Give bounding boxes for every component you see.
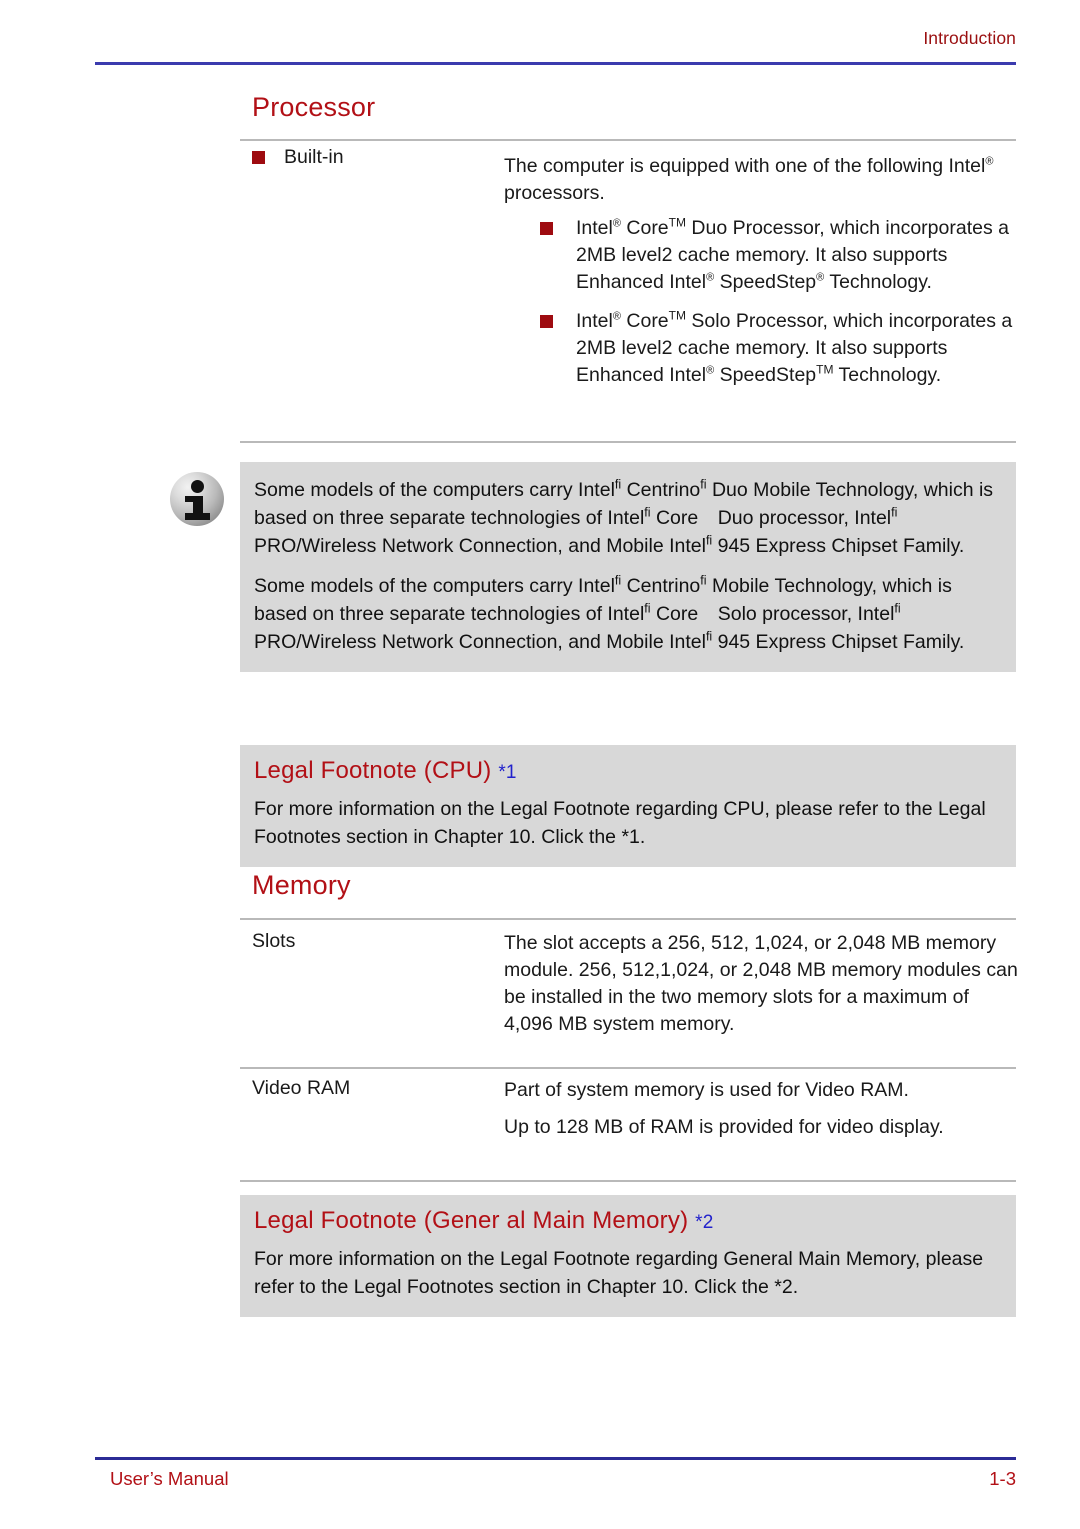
registered-mark-icon: fi: [894, 601, 901, 616]
legal-footnote-cpu-box: Legal Footnote (CPU) *1 For more informa…: [240, 745, 1016, 867]
table-rule-memory-top: [240, 918, 1016, 920]
document-page: Introduction Processor Built-in The comp…: [0, 0, 1080, 1529]
list-item: Intel® CoreTM Duo Processor, which incor…: [540, 215, 1020, 296]
registered-mark-icon: ®: [985, 155, 994, 168]
legal-footnote-memory-body: For more information on the Legal Footno…: [254, 1248, 984, 1298]
table-rule-top: [240, 139, 1016, 141]
page-header: Introduction: [0, 0, 1080, 72]
registered-mark-icon: fi: [891, 505, 898, 520]
spec-paragraph: The slot accepts a 256, 512, 1,024, or 2…: [504, 932, 1018, 1035]
legal-footnote-link-2[interactable]: *2: [695, 1212, 713, 1233]
legal-footnote-cpu-title: Legal Footnote (CPU) *1: [254, 757, 1002, 785]
info-icon-dot: [191, 480, 204, 493]
spec-body-slots: The slot accepts a 256, 512, 1,024, or 2…: [504, 930, 1019, 1038]
legal-title-text: Legal Footnote (Gener al Main Memory): [254, 1207, 689, 1234]
legal-footnote-memory-box: Legal Footnote (Gener al Main Memory) *2…: [240, 1195, 1016, 1317]
bullet-text-c: Technology.: [824, 271, 932, 293]
registered-mark-icon: ®: [706, 271, 715, 284]
spec-label-slots: Slots: [252, 930, 296, 952]
list-item: Intel® CoreTM Solo Processor, which inco…: [540, 308, 1020, 389]
processor-intro-line1: The computer is equipped with one of the: [504, 155, 862, 177]
note-box: Some models of the computers carry Intel…: [240, 462, 1016, 672]
spec-paragraph: Part of system memory is used for Video …: [504, 1079, 909, 1101]
trademark-mark-icon: TM: [816, 362, 834, 377]
note-text: Core Solo processor, Intel: [650, 603, 895, 625]
processor-intro-line2a: following Intel: [867, 155, 986, 177]
legal-footnote-memory-title: Legal Footnote (Gener al Main Memory) *2: [254, 1207, 1002, 1235]
footer-rule: [95, 1457, 1016, 1460]
header-rule: [95, 62, 1016, 65]
trademark-mark-icon: TM: [668, 308, 686, 323]
section-heading-memory: Memory: [252, 870, 351, 900]
bullet-core: Core: [620, 217, 669, 239]
table-rule-memory-bottom: [240, 1180, 1016, 1182]
note-text: Centrino: [621, 575, 701, 597]
registered-mark-icon: ®: [706, 364, 715, 377]
bullet-text-b: SpeedStep: [714, 271, 817, 293]
bullet-square-icon: [540, 315, 553, 328]
legal-footnote-cpu-body: For more information on the Legal Footno…: [254, 798, 986, 848]
footer-page-number: 1-3: [989, 1468, 1016, 1489]
table-rule-memory-mid: [240, 1067, 1016, 1069]
processor-intro-line2b: processors.: [504, 182, 605, 204]
note-text: PRO/Wireless Network Connection, and Mob…: [254, 631, 706, 653]
note-text: 945 Express Chipset Family.: [712, 631, 965, 653]
bullet-text-c: Technology.: [833, 364, 942, 386]
note-paragraph-2: Some models of the computers carry Intel…: [254, 572, 1002, 656]
spec-paragraph: Up to 128 MB of RAM is provided for vide…: [504, 1116, 944, 1138]
spec-body-video-ram: Part of system memory is used for Video …: [504, 1077, 1019, 1141]
bullet-square-icon: [540, 222, 553, 235]
spec-label-built-in: Built-in: [284, 146, 344, 168]
processor-sub-bullet-list: Intel® CoreTM Duo Processor, which incor…: [540, 215, 1020, 389]
table-rule-processor-bottom: [240, 441, 1016, 443]
info-icon: [170, 472, 224, 526]
spec-label-video-ram: Video RAM: [252, 1077, 351, 1099]
section-heading-processor: Processor: [252, 92, 376, 122]
note-paragraph-1: Some models of the computers carry Intel…: [254, 476, 1002, 560]
header-chapter-title: Introduction: [923, 28, 1016, 48]
footer-manual-label: User’s Manual: [110, 1468, 229, 1489]
info-icon-serif-base: [185, 513, 210, 520]
note-text: PRO/Wireless Network Connection, and Mob…: [254, 535, 706, 557]
note-text: Some models of the computers carry Intel: [254, 575, 615, 597]
note-text: 945 Express Chipset Family.: [712, 535, 965, 557]
spec-body-processor-intro: The computer is equipped with one of the…: [504, 153, 1019, 207]
note-text: Core Duo processor, Intel: [650, 507, 892, 529]
registered-mark-icon: ®: [612, 310, 621, 323]
note-text: Some models of the computers carry Intel: [254, 479, 615, 501]
legal-title-text: Legal Footnote (CPU): [254, 757, 492, 784]
note-text: Centrino: [621, 479, 701, 501]
bullet-text-b: SpeedStep: [714, 364, 817, 386]
bullet-brand: Intel: [576, 310, 613, 332]
bullet-brand: Intel: [576, 217, 613, 239]
registered-mark-icon: ®: [612, 217, 621, 230]
bullet-square-icon: [252, 151, 265, 164]
legal-footnote-link-1[interactable]: *1: [498, 762, 516, 783]
trademark-mark-icon: TM: [668, 215, 686, 230]
bullet-core: Core: [620, 310, 669, 332]
